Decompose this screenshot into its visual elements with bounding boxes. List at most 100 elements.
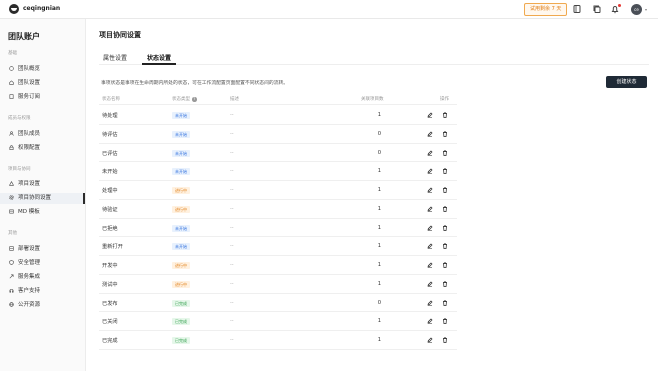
table-row: 未开始 未开始 -- 1 — [99, 162, 457, 181]
delete-icon[interactable] — [442, 206, 448, 212]
status-type-badge: 未开始 — [172, 149, 190, 157]
sidebar-item-project-settings[interactable]: 项目设置 — [0, 179, 85, 190]
sidebar-item-label: 项目协同设置 — [18, 195, 52, 201]
sidebar-section-members: 成员与权限 — [8, 116, 31, 121]
delete-icon[interactable] — [442, 187, 448, 193]
project-count: 1 — [377, 224, 381, 231]
table-row: 待处理 未开始 -- 1 — [99, 106, 457, 125]
edit-icon[interactable] — [427, 225, 433, 231]
edit-icon[interactable] — [427, 243, 433, 249]
sidebar-item-collab-settings[interactable]: 项目协同设置 — [0, 193, 85, 204]
edit-icon[interactable] — [427, 112, 433, 118]
server-icon — [9, 245, 14, 251]
sidebar-item-deploy-settings[interactable]: 部署设置 — [0, 244, 85, 255]
brand-name[interactable]: ceqingnian — [23, 5, 60, 12]
sidebar-item-label: 团队设置 — [18, 80, 41, 86]
edit-icon[interactable] — [427, 187, 433, 193]
delete-icon[interactable] — [442, 300, 448, 306]
sidebar-item-support[interactable]: 客户支持 — [0, 286, 85, 297]
delete-icon[interactable] — [442, 281, 448, 287]
logo-icon[interactable] — [9, 4, 19, 14]
status-type-badge: 进行中 — [172, 205, 190, 213]
edit-icon[interactable] — [427, 150, 433, 156]
status-type-badge: 已完成 — [172, 318, 190, 326]
sidebar-item-public-resources[interactable]: 公开资源 — [0, 300, 85, 311]
edit-icon[interactable] — [427, 281, 433, 287]
edit-icon[interactable] — [427, 318, 433, 324]
avatar[interactable]: ce — [631, 4, 642, 15]
sidebar-item-team-overview[interactable]: 团队概览 — [0, 64, 85, 75]
tab-status-settings[interactable]: 状态设置 — [147, 53, 171, 62]
support-icon — [9, 288, 14, 293]
sidebar-item-security[interactable]: 安全管理 — [0, 258, 85, 269]
column-header-type: 状态类型? — [172, 96, 197, 102]
book-icon[interactable] — [572, 4, 582, 14]
sidebar-item-team-settings[interactable]: 团队设置 — [0, 78, 85, 89]
project-count: 0 — [377, 130, 381, 137]
sidebar-item-label: 服务集成 — [18, 274, 41, 280]
sidebar-item-label: 服务订阅 — [18, 94, 41, 100]
link-icon — [9, 274, 14, 279]
trial-badge[interactable]: 试用剩余 7 天 — [524, 3, 568, 16]
delete-icon[interactable] — [442, 150, 448, 156]
project-count: 1 — [377, 205, 381, 212]
project-count: 1 — [377, 318, 381, 325]
create-status-button[interactable]: 创建状态 — [606, 76, 647, 88]
edit-icon[interactable] — [427, 300, 433, 306]
project-count: 0 — [377, 299, 381, 306]
delete-icon[interactable] — [442, 262, 448, 268]
table-row: 已关闭 已完成 -- 1 — [99, 312, 457, 331]
copy-icon[interactable] — [592, 4, 602, 14]
sidebar-section-projects: 项目与协同 — [8, 167, 31, 172]
delete-icon[interactable] — [442, 112, 448, 118]
active-tab-indicator — [142, 63, 176, 65]
tabs-divider — [99, 64, 649, 65]
edit-icon[interactable] — [427, 168, 433, 174]
delete-icon[interactable] — [442, 131, 448, 137]
sidebar-item-md-template[interactable]: MD 模板 — [0, 207, 85, 218]
sidebar-item-subscription[interactable]: 服务订阅 — [0, 92, 85, 103]
status-name: 未开始 — [102, 169, 118, 176]
project-count: 1 — [377, 262, 381, 268]
top-bar: ceqingnian 试用剩余 7 天 ce ▾ — [0, 0, 658, 19]
status-type-badge: 未开始 — [172, 243, 190, 251]
status-name: 待处理 — [102, 113, 118, 119]
sidebar-item-permissions[interactable]: 权限配置 — [0, 143, 85, 154]
notification-dot — [618, 4, 621, 7]
status-description: -- — [230, 337, 234, 343]
project-count: 1 — [377, 337, 381, 343]
delete-icon[interactable] — [442, 225, 448, 231]
project-count: 0 — [377, 149, 381, 156]
status-description: -- — [230, 149, 234, 156]
edit-icon[interactable] — [427, 131, 433, 137]
tab-attribute-settings[interactable]: 属性设置 — [103, 53, 127, 62]
sidebar-item-team-members[interactable]: 团队成员 — [0, 129, 85, 140]
status-type-badge: 进行中 — [172, 280, 190, 288]
edit-icon[interactable] — [427, 337, 433, 343]
sidebar-item-integrations[interactable]: 服务集成 — [0, 272, 85, 283]
status-description: -- — [230, 318, 234, 325]
sidebar-section-basic: 基础 — [8, 51, 17, 56]
help-icon[interactable]: ? — [192, 97, 197, 102]
delete-icon[interactable] — [442, 318, 448, 325]
table-row: 待评估 未开始 -- 0 — [99, 125, 457, 144]
edit-icon[interactable] — [427, 206, 433, 212]
status-name: 处理中 — [102, 188, 118, 194]
chevron-down-icon[interactable]: ▾ — [645, 7, 647, 12]
sidebar-item-label: 公开资源 — [18, 302, 41, 308]
delete-icon[interactable] — [442, 337, 448, 343]
edit-icon[interactable] — [427, 262, 433, 268]
table-row: 处理中 进行中 -- 1 — [99, 181, 457, 200]
table-row: 待验证 进行中 -- 1 — [99, 200, 457, 219]
status-type-badge: 未开始 — [172, 130, 190, 138]
sidebar-item-label: 团队概览 — [18, 66, 41, 72]
sidebar-item-label: 客户支持 — [18, 288, 41, 294]
sidebar-item-label: 安全管理 — [18, 260, 41, 266]
page-title: 项目协同设置 — [99, 31, 141, 39]
status-name: 测试中 — [102, 281, 118, 288]
status-description: -- — [230, 168, 234, 175]
delete-icon[interactable] — [442, 243, 448, 250]
delete-icon[interactable] — [442, 168, 448, 175]
gear-icon — [9, 194, 14, 200]
status-description: -- — [230, 112, 234, 118]
